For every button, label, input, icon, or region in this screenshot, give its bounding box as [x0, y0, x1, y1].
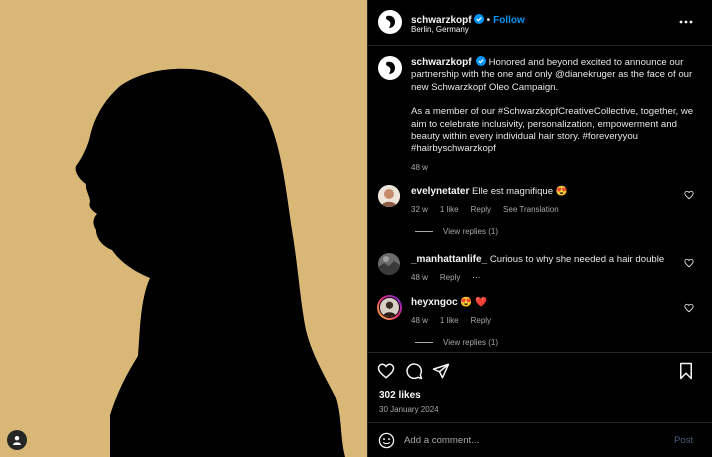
- commenter-avatar[interactable]: [377, 295, 402, 320]
- reply-button[interactable]: Reply: [440, 273, 460, 282]
- comment-likes-link[interactable]: 1 like: [440, 205, 459, 214]
- caption-avatar[interactable]: [378, 56, 402, 80]
- verified-badge-icon: [473, 14, 484, 24]
- comment-like-heart-icon[interactable]: [684, 258, 694, 268]
- reply-divider-line: [415, 231, 433, 232]
- view-replies-label: View replies (1): [443, 227, 498, 236]
- comment-age: 48 w: [411, 316, 428, 325]
- comment-like-heart-icon[interactable]: [684, 303, 694, 313]
- view-replies-button[interactable]: View replies (1): [415, 338, 498, 347]
- bookmark-icon[interactable]: [677, 362, 695, 380]
- post-comment-button[interactable]: Post: [674, 435, 693, 446]
- heart-icon[interactable]: [377, 362, 395, 380]
- comment-text: Curious to why she needed a hair double: [489, 254, 665, 265]
- comment-item: _manhattanlife_ Curious to why she neede…: [411, 254, 676, 282]
- caption-username[interactable]: schwarzkopf: [411, 57, 472, 68]
- schwarzkopf-logo-icon: [386, 61, 395, 74]
- comment-text: 😍 ❤️: [460, 297, 487, 308]
- reply-button[interactable]: Reply: [471, 205, 491, 214]
- post-caption: schwarzkopf Honored and beyond excited to…: [411, 56, 701, 174]
- share-icon[interactable]: [432, 362, 450, 380]
- comment-username[interactable]: heyxngoc: [411, 297, 458, 308]
- comment-item: evelynetater Elle est magnifique 😍 32 w 1…: [411, 186, 676, 214]
- view-replies-label: View replies (1): [443, 338, 498, 347]
- avatar-photo: [378, 253, 400, 275]
- separator-dot: •: [486, 15, 491, 26]
- comment-likes-link[interactable]: 1 like: [440, 316, 459, 325]
- comment-options-button[interactable]: ···: [472, 273, 480, 282]
- commenter-avatar[interactable]: [378, 253, 400, 275]
- brand-avatar[interactable]: [378, 10, 402, 34]
- caption-paragraph-1: schwarzkopf Honored and beyond excited to…: [411, 56, 701, 94]
- more-options-button[interactable]: [676, 14, 696, 30]
- comment-like-heart-icon[interactable]: [684, 190, 694, 200]
- caption-age: 48 w: [411, 162, 428, 172]
- schwarzkopf-logo-icon: [386, 15, 395, 28]
- woman-silhouette-image: [75, 68, 345, 457]
- comment-composer: Post: [368, 422, 712, 457]
- comment-item: heyxngoc 😍 ❤️ 48 w 1 like Reply: [411, 297, 676, 325]
- post-date: 30 January 2024: [379, 405, 439, 414]
- comment-username[interactable]: evelynetater: [411, 186, 469, 197]
- post-actions-bar: 302 likes 30 January 2024: [368, 352, 712, 422]
- avatar-photo: [378, 185, 400, 207]
- comment-text: Elle est magnifique 😍: [472, 186, 568, 197]
- comment-icon[interactable]: [405, 362, 423, 380]
- verified-badge-icon: [475, 56, 486, 66]
- avatar-photo: [379, 297, 400, 318]
- view-replies-button[interactable]: View replies (1): [415, 227, 498, 236]
- user-tag-button[interactable]: [7, 430, 27, 450]
- follow-button[interactable]: Follow: [493, 15, 525, 26]
- location-link[interactable]: Berlin, Germany: [411, 25, 469, 34]
- reply-button[interactable]: Reply: [471, 316, 491, 325]
- comment-username[interactable]: _manhattanlife_: [411, 254, 487, 265]
- post-image[interactable]: [0, 0, 367, 457]
- reply-divider-line: [415, 342, 433, 343]
- post-header: schwarzkopf • Follow Berlin, Germany: [368, 0, 712, 46]
- emoji-icon[interactable]: [378, 432, 395, 449]
- more-options-icon: [679, 20, 693, 24]
- comment-age: 32 w: [411, 205, 428, 214]
- commenter-avatar[interactable]: [378, 185, 400, 207]
- comment-age: 48 w: [411, 273, 428, 282]
- see-translation-button[interactable]: See Translation: [503, 205, 559, 214]
- likes-count[interactable]: 302 likes: [379, 390, 421, 401]
- user-tag-icon: [13, 436, 21, 445]
- post-details-panel: schwarzkopf • Follow Berlin, Germany schwa…: [367, 0, 712, 457]
- caption-text-2: As a member of our #SchwarzkopfCreativeC…: [411, 106, 694, 155]
- comment-input[interactable]: [404, 432, 664, 449]
